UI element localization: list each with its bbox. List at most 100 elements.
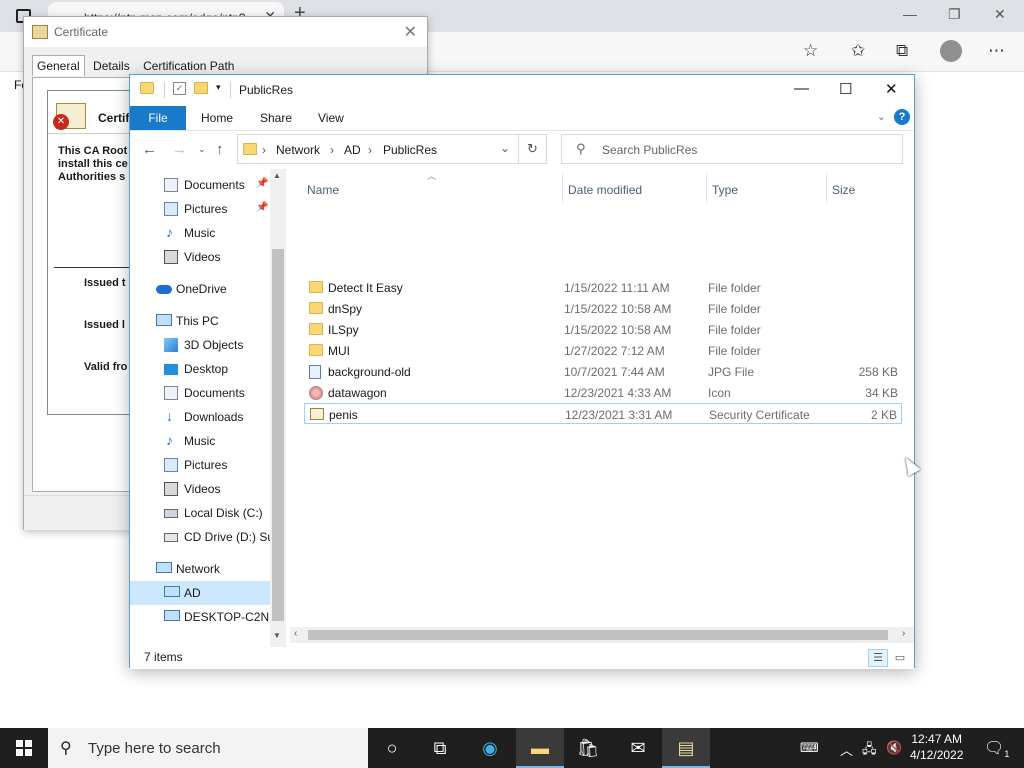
breadcrumb-separator-icon[interactable]: › xyxy=(330,143,334,157)
help-icon[interactable]: ? xyxy=(894,109,910,125)
sidebar-item-downloads[interactable]: ↓ Downloads xyxy=(130,405,270,429)
pin-icon[interactable]: 📌 xyxy=(256,178,268,189)
scroll-down-icon[interactable]: ▼ xyxy=(273,631,281,640)
pin-icon[interactable]: 📌 xyxy=(256,202,268,213)
up-icon[interactable]: ↑ xyxy=(216,141,224,158)
file-explorer-icon[interactable]: ▬ xyxy=(516,728,564,768)
scroll-left-icon[interactable]: ‹ xyxy=(294,628,297,639)
sidebar-item-ad[interactable]: AD xyxy=(130,581,270,605)
more-options-icon[interactable]: ⋯ xyxy=(988,41,1005,61)
navigation-scrollbar[interactable]: ▲ ▼ xyxy=(270,169,286,647)
scroll-right-icon[interactable]: › xyxy=(902,628,905,639)
breadcrumb-network[interactable]: Network xyxy=(276,143,320,157)
add-favorite-icon[interactable]: ☆ xyxy=(803,41,818,61)
close-icon[interactable]: ✕ xyxy=(885,80,898,98)
music-icon: ♪ xyxy=(166,224,173,240)
sidebar-item-pictures[interactable]: Pictures xyxy=(130,453,270,477)
sidebar-item-3d-objects[interactable]: 3D Objects xyxy=(130,333,270,357)
minimize-icon[interactable]: — xyxy=(794,80,809,97)
table-row[interactable]: dnSpy 1/15/2022 10:58 AM File folder xyxy=(304,298,902,319)
profile-avatar[interactable] xyxy=(940,40,962,62)
favorites-icon[interactable]: ✩ xyxy=(851,41,865,61)
tab-view[interactable]: View xyxy=(318,111,344,125)
column-divider[interactable] xyxy=(706,173,707,203)
sidebar-item-videos-quick[interactable]: Videos xyxy=(130,245,270,269)
store-icon[interactable]: 🛍 xyxy=(564,728,612,768)
collections-icon[interactable]: ⧉ xyxy=(896,41,908,61)
file-list-scrollbar[interactable]: ‹ › xyxy=(290,627,914,643)
column-header-date-modified[interactable]: Date modified xyxy=(568,183,642,197)
sidebar-item-music[interactable]: ♪ Music xyxy=(130,429,270,453)
tab-share[interactable]: Share xyxy=(260,111,292,125)
task-view-icon[interactable]: ⧉ xyxy=(416,728,464,768)
certificate-titlebar: Certificate ✕ xyxy=(24,17,427,47)
table-row[interactable]: Detect It Easy 1/15/2022 11:11 AM File f… xyxy=(304,277,902,298)
taskbar-search-input[interactable]: ⚲ Type here to search xyxy=(48,728,368,768)
table-row[interactable]: datawagon 12/23/2021 4:33 AM Icon 34 KB xyxy=(304,382,902,403)
browser-restore-icon[interactable]: ❐ xyxy=(948,6,961,23)
sidebar-item-videos[interactable]: Videos xyxy=(130,477,270,501)
large-icons-view-icon[interactable]: ▭ xyxy=(890,649,910,667)
expand-ribbon-icon[interactable]: ⌄ xyxy=(877,110,886,123)
column-header-size[interactable]: Size xyxy=(832,183,855,197)
table-row[interactable]: background-old 10/7/2021 7:44 AM JPG Fil… xyxy=(304,361,902,382)
maximize-icon[interactable]: ☐ xyxy=(839,80,852,98)
sidebar-item-local-disk[interactable]: Local Disk (C:) xyxy=(130,501,270,525)
column-header-name[interactable]: Name xyxy=(307,183,339,197)
browser-close-icon[interactable]: ✕ xyxy=(994,6,1006,23)
file-menu-button[interactable]: File xyxy=(130,106,186,130)
scrollbar-thumb[interactable] xyxy=(272,249,284,621)
breadcrumb-ad[interactable]: AD xyxy=(344,143,361,157)
refresh-button[interactable]: ↻ xyxy=(519,134,547,164)
forward-icon[interactable]: → xyxy=(172,141,187,158)
tab-general[interactable]: General xyxy=(32,55,85,76)
search-input[interactable]: ⚲ Search PublicRes xyxy=(561,134,903,164)
tab-home[interactable]: Home xyxy=(201,111,233,125)
properties-icon[interactable]: ✓ xyxy=(173,82,186,95)
certificate-close-icon[interactable]: ✕ xyxy=(404,22,417,42)
customize-qat-icon[interactable]: ▾ xyxy=(216,82,221,93)
sidebar-item-desktop[interactable]: Desktop xyxy=(130,357,270,381)
file-explorer-window: ✓ ▾ PublicRes — ☐ ✕ File Home Share View… xyxy=(129,74,915,669)
recent-locations-icon[interactable]: ⌄ xyxy=(198,144,206,155)
sidebar-item-documents-quick[interactable]: Documents 📌 xyxy=(130,173,270,197)
edge-icon[interactable]: ◉ xyxy=(466,728,514,768)
sidebar-item-cd-drive[interactable]: CD Drive (D:) Sup xyxy=(130,525,270,549)
table-row[interactable]: ILSpy 1/15/2022 10:58 AM File folder xyxy=(304,319,902,340)
tab-details[interactable]: Details xyxy=(88,55,135,77)
breadcrumb-publicres[interactable]: PublicRes xyxy=(383,143,437,157)
back-icon[interactable]: ← xyxy=(142,141,157,158)
volume-icon[interactable]: 🔇 xyxy=(886,740,902,756)
certificate-app-icon[interactable]: ▤ xyxy=(662,728,710,768)
column-divider[interactable] xyxy=(826,173,827,203)
table-row[interactable]: penis 12/23/2021 3:31 AM Security Certif… xyxy=(304,403,902,424)
sidebar-item-desktop-c2nl6[interactable]: DESKTOP-C2NL6 xyxy=(130,605,270,629)
mail-icon[interactable]: ✉ xyxy=(614,728,662,768)
breadcrumb-separator-icon[interactable]: › xyxy=(262,143,266,157)
start-button[interactable] xyxy=(0,728,48,768)
breadcrumb-separator-icon[interactable]: › xyxy=(368,143,372,157)
sidebar-item-onedrive[interactable]: OneDrive xyxy=(130,277,270,301)
sidebar-item-documents[interactable]: Documents xyxy=(130,381,270,405)
details-view-icon[interactable]: ☰ xyxy=(868,649,888,667)
address-dropdown-icon[interactable]: ⌄ xyxy=(500,141,510,155)
address-bar[interactable]: › Network › AD › PublicRes ⌄ xyxy=(237,134,519,164)
column-divider[interactable] xyxy=(562,173,563,203)
new-folder-icon[interactable] xyxy=(194,82,208,94)
notification-center-icon[interactable]: 🗨1 xyxy=(984,738,1009,759)
sidebar-item-network[interactable]: Network xyxy=(130,557,270,581)
keyboard-icon[interactable]: ⌨ xyxy=(800,740,819,756)
scrollbar-thumb[interactable] xyxy=(308,630,888,640)
scroll-up-icon[interactable]: ▲ xyxy=(273,171,281,180)
status-bar: 7 items ☰ ▭ xyxy=(130,647,914,669)
column-header-type[interactable]: Type xyxy=(712,183,738,197)
cortana-icon[interactable]: ○ xyxy=(368,728,416,768)
browser-minimize-icon[interactable]: — xyxy=(903,6,917,22)
show-hidden-icons-icon[interactable]: ︿ xyxy=(840,740,853,759)
sidebar-item-this-pc[interactable]: This PC xyxy=(130,309,270,333)
clock[interactable]: 12:47 AM 4/12/2022 xyxy=(910,731,963,763)
sidebar-item-music-quick[interactable]: ♪ Music xyxy=(130,221,270,245)
table-row[interactable]: MUI 1/27/2022 7:12 AM File folder xyxy=(304,340,902,361)
network-status-icon[interactable]: 🖧 xyxy=(862,740,877,762)
sidebar-item-pictures-quick[interactable]: Pictures 📌 xyxy=(130,197,270,221)
